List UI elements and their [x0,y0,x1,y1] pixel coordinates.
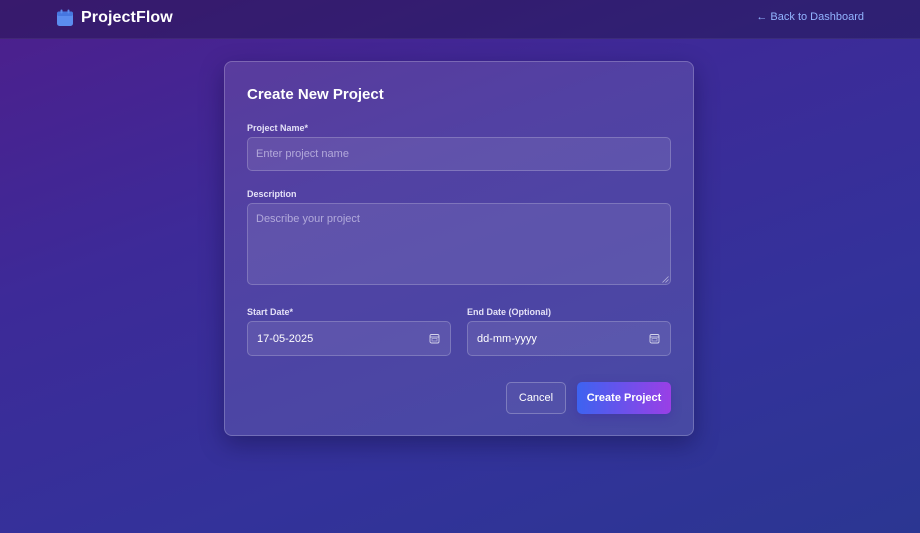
end-date-value: dd-mm-yyyy [477,333,537,345]
end-date-label: End Date (Optional) [467,307,551,317]
brand[interactable]: ProjectFlow [56,9,173,27]
calendar-icon[interactable] [649,333,660,344]
form-title: Create New Project [247,86,384,103]
end-date-input[interactable]: dd-mm-yyyy [467,321,671,356]
create-project-form: Create New Project Project Name* Descrip… [224,61,694,436]
description-label: Description [247,189,297,199]
start-date-input[interactable]: 17-05-2025 [247,321,451,356]
calendar-icon[interactable] [429,333,440,344]
top-navbar: ProjectFlow ← Back to Dashboard [0,0,920,39]
calendar-icon [57,9,73,26]
project-name-input[interactable] [247,137,671,171]
resize-grip-icon[interactable] [662,276,669,283]
brand-name: ProjectFlow [81,9,173,26]
project-name-label: Project Name* [247,123,309,133]
back-to-dashboard-link[interactable]: ← Back to Dashboard [756,11,864,23]
start-date-value: 17-05-2025 [257,333,314,345]
cancel-button[interactable]: Cancel [506,382,566,414]
create-project-button[interactable]: Create Project [577,382,671,414]
start-date-label: Start Date* [247,307,294,317]
description-textarea[interactable] [247,203,671,285]
